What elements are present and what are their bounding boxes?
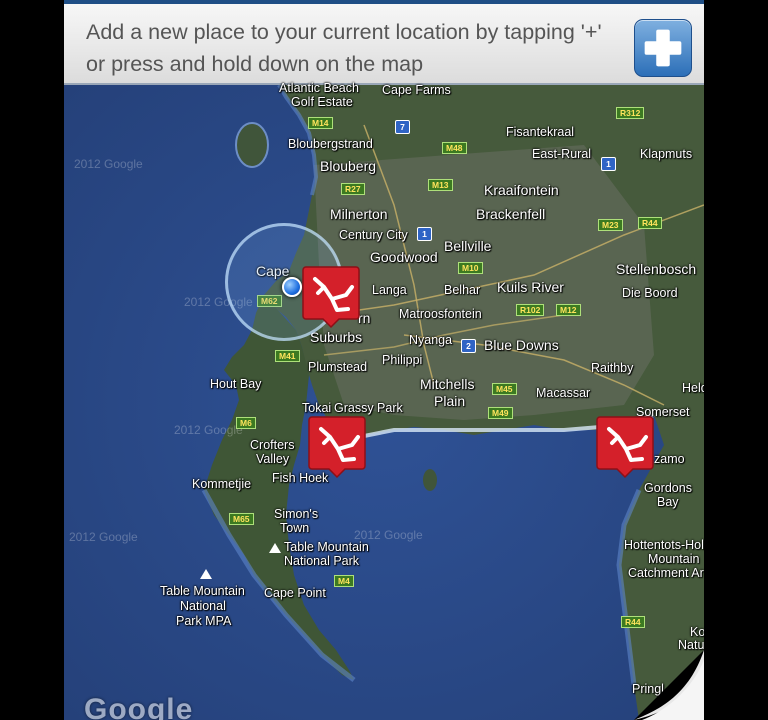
app-screen: Add a new place to your current location…	[64, 0, 704, 720]
road-shield: M14	[308, 117, 333, 129]
place-label: Cape Point	[264, 586, 326, 600]
place-label: Blouberg	[320, 158, 377, 174]
place-label: zamo	[654, 452, 685, 466]
route-shield: 1	[417, 227, 432, 241]
place-label: Kraaifontein	[484, 182, 559, 198]
place-label: Philippi	[382, 353, 423, 367]
road-shield: M45	[492, 383, 517, 395]
instruction-text: Add a new place to your current location…	[86, 20, 602, 76]
road-shield: M13	[428, 179, 453, 191]
place-label: Bellville	[444, 238, 492, 254]
map-watermark: 2012 Google	[74, 157, 143, 171]
map-watermark: 2012 Google	[174, 423, 243, 437]
place-label: Plain	[434, 393, 466, 409]
road-shield: M12	[556, 304, 581, 316]
place-label: Bloubergstrand	[288, 137, 373, 151]
place-label: Kuils River	[497, 279, 564, 295]
place-label: Langa	[372, 283, 407, 297]
place-label: Valley	[256, 452, 290, 466]
place-label: Brackenfell	[476, 206, 546, 222]
place-label: Fisantekraal	[506, 125, 575, 139]
place-label: Blue Downs	[484, 337, 559, 353]
place-label: Matroosfontein	[399, 307, 482, 321]
place-label: Klapmuts	[640, 147, 693, 161]
place-label: Simon's	[274, 507, 319, 521]
place-label: Ko	[690, 625, 704, 639]
place-label: Grassy Park	[334, 401, 403, 415]
place-label: Gordons	[644, 481, 692, 495]
map-watermark: 2012 Google	[69, 530, 138, 544]
place-label: Atlantic Beach	[279, 81, 359, 95]
surfer-marker-icon	[308, 416, 366, 479]
place-label: Hout Bay	[210, 377, 262, 391]
current-location-dot[interactable]	[282, 277, 302, 297]
place-label: Golf Estate	[291, 95, 353, 109]
place-label: Nyanga	[409, 333, 453, 347]
road-shield: R312	[616, 107, 645, 119]
place-label: Kommetjie	[192, 477, 252, 491]
road-shield: M49	[488, 407, 513, 419]
road-shield: R44	[638, 217, 662, 229]
place-label: Plumstead	[308, 360, 368, 374]
place-label: National	[180, 599, 226, 613]
place-label: Cape Farms	[382, 83, 451, 97]
road-shield: M23	[598, 219, 623, 231]
place-label: Bay	[657, 495, 679, 509]
google-logo: Google	[84, 693, 194, 720]
road-shield: R102	[516, 304, 545, 316]
place-label: Table Mountain	[160, 584, 245, 598]
place-label: Die Boord	[622, 286, 678, 300]
place-label: Hottentots-Holl	[624, 538, 704, 552]
route-shield: 1	[601, 157, 616, 171]
place-label: Mitchells	[420, 376, 475, 392]
place-label: Century City	[339, 228, 408, 242]
place-label: Park MPA	[176, 614, 232, 628]
route-shield: 2	[461, 339, 476, 353]
plus-icon	[644, 29, 682, 67]
place-label: Held	[682, 381, 704, 395]
place-marker[interactable]	[596, 415, 654, 479]
place-label: Town	[280, 521, 310, 535]
place-marker[interactable]	[308, 415, 366, 479]
place-label: Mountain	[648, 552, 700, 566]
place-label: Table Mountain	[284, 540, 369, 554]
place-label: Goodwood	[370, 249, 438, 265]
page-curl-icon[interactable]	[634, 650, 704, 720]
satellite-map[interactable]: 2012 Google 2012 Google 2012 Google 2012…	[64, 81, 704, 720]
park-icon	[269, 543, 281, 553]
instruction-banner: Add a new place to your current location…	[64, 0, 704, 85]
place-label: Belhar	[444, 283, 481, 297]
park-icon	[200, 569, 212, 579]
road-shield: M41	[275, 350, 300, 362]
road-shield: M6	[236, 417, 256, 429]
place-label: Catchment Ar	[628, 566, 704, 580]
place-label: Suburbs	[310, 329, 363, 345]
road-shield: M10	[458, 262, 483, 274]
place-label: Milnerton	[330, 206, 388, 222]
road-shield: M65	[229, 513, 254, 525]
place-label: Stellenbosch	[616, 261, 697, 277]
road-shield: R44	[621, 616, 645, 628]
place-label: Tokai	[302, 401, 332, 415]
place-label: Crofters	[250, 438, 295, 452]
place-label: Macassar	[536, 386, 591, 400]
add-place-button[interactable]	[634, 19, 692, 77]
place-label: National Park	[284, 554, 360, 568]
place-label: East-Rural	[532, 147, 592, 161]
road-shield: M48	[442, 142, 467, 154]
surfer-marker-icon	[596, 416, 654, 479]
place-marker[interactable]	[302, 265, 360, 329]
route-shield: 7	[395, 120, 410, 134]
place-label: Raithby	[591, 361, 634, 375]
surfer-marker-icon	[302, 266, 360, 329]
road-shield: R27	[341, 183, 365, 195]
road-shield: M4	[334, 575, 354, 587]
